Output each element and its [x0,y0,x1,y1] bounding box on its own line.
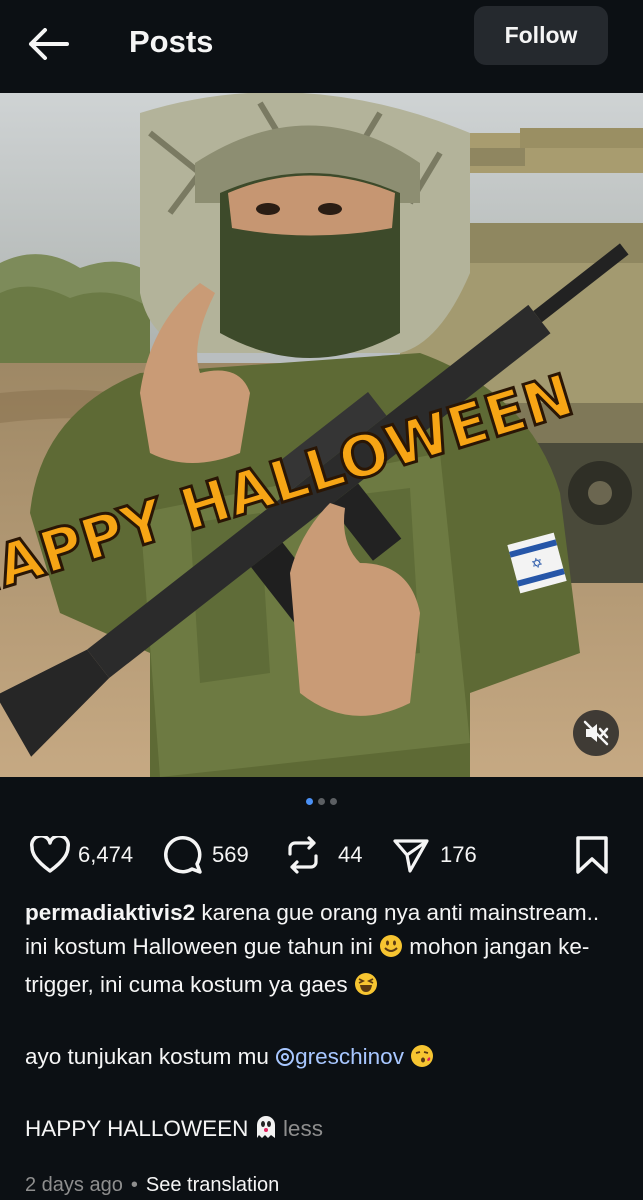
caption-username[interactable]: permadiaktivis2 [25,900,195,925]
carousel-dot [318,798,325,805]
smiley-emoji-icon [379,934,403,968]
heart-icon [30,836,70,873]
threads-icon [276,1048,295,1066]
back-arrow-icon[interactable] [22,22,74,66]
ghost-emoji-icon [255,1114,277,1150]
post-meta: 2 days ago • See translation [25,1174,279,1197]
action-bar: 6,474 569 44 176 [0,832,643,878]
caption-line2: ayo tunjukan kostum mu [25,1044,276,1069]
like-count: 6,474 [78,842,134,867]
laughing-emoji-icon [354,972,378,1006]
page-title: Posts [129,24,214,59]
mention-link[interactable]: greschinov [275,1044,404,1069]
comment-count: 569 [212,842,249,867]
bookmark-icon [576,836,608,874]
share-button[interactable]: 176 [392,832,477,878]
less-link[interactable]: less [283,1116,323,1141]
comment-button[interactable]: 569 [162,832,249,878]
timestamp: 2 days ago [25,1174,123,1196]
repost-count: 44 [338,842,363,867]
like-button[interactable]: 6,474 [30,832,133,878]
mention-username: greschinov [295,1044,404,1069]
post-media[interactable]: ✡ HAPPY HALLOWEEN [0,93,643,777]
post-image: ✡ HAPPY HALLOWEEN [0,93,643,777]
kiss-emoji-icon [410,1044,434,1078]
comment-icon [163,835,202,874]
follow-button[interactable]: Follow [474,6,608,65]
top-bar: Posts Follow [0,0,643,93]
carousel-dot-active [306,798,313,805]
caption-line3: HAPPY HALLOWEEN [25,1116,255,1141]
repost-icon [288,836,318,874]
share-count: 176 [440,842,477,867]
mute-icon[interactable] [573,710,619,756]
repost-button[interactable]: 44 [286,832,362,878]
carousel-indicator [0,798,643,805]
meta-separator: • [130,1174,138,1196]
carousel-dot [330,798,337,805]
post-caption: permadiaktivis2 karena gue orang nya ant… [25,896,625,1150]
save-button[interactable] [574,832,610,878]
see-translation-link[interactable]: See translation [146,1174,279,1196]
send-icon [393,839,429,873]
